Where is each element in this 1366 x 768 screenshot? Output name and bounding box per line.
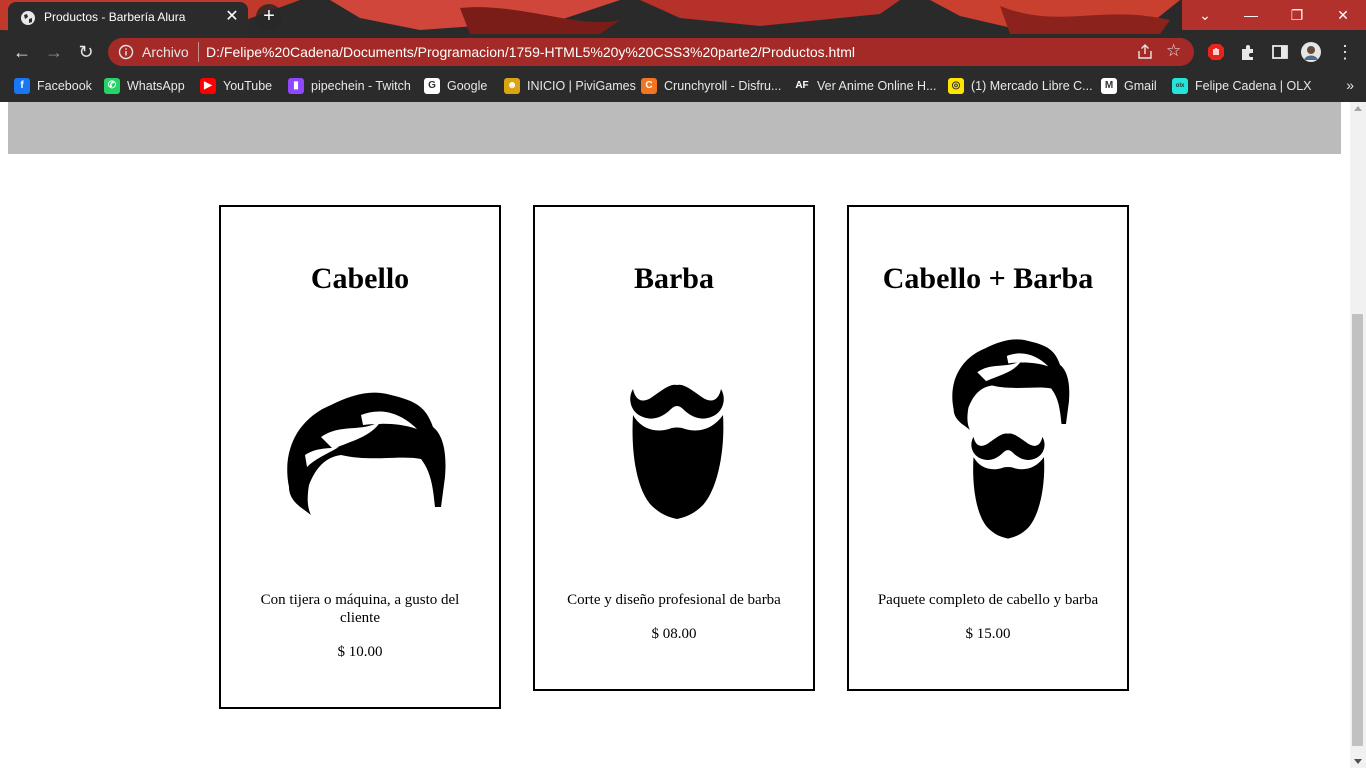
vertical-scrollbar[interactable] xyxy=(1350,102,1366,768)
bookmark-label: YouTube xyxy=(223,79,273,93)
maximize-button[interactable]: ❐ xyxy=(1274,0,1320,30)
menu-kebab-icon[interactable]: ⋮ xyxy=(1333,40,1357,64)
page-viewport: Cabello Con tijera o máquina, a gusto de… xyxy=(0,102,1350,768)
tab-title: Productos - Barbería Alura xyxy=(44,10,186,24)
product-description: Con tijera o máquina, a gusto del client… xyxy=(260,592,460,626)
bookmark-label: INICIO | PiviGames xyxy=(527,79,636,93)
product-card-cabello-barba: Cabello + Barba Paquete completo de cabe… xyxy=(847,205,1129,691)
info-icon[interactable] xyxy=(118,44,134,60)
share-icon[interactable] xyxy=(1136,43,1154,61)
product-card-cabello: Cabello Con tijera o máquina, a gusto de… xyxy=(219,205,501,709)
bookmark-label: Felipe Cadena | OLX xyxy=(1195,79,1312,93)
bookmark-label: Crunchyroll - Disfru... xyxy=(664,79,782,93)
reload-icon[interactable]: ↻ xyxy=(74,40,98,64)
bookmark-label: Google xyxy=(447,79,488,93)
bookmark-animeflv[interactable]: AF Ver Anime Online H... xyxy=(794,77,937,95)
address-bar[interactable]: Archivo D:/Felipe%20Cadena/Documents/Pro… xyxy=(108,38,1194,66)
bookmark-whatsapp[interactable]: ✆ WhatsApp xyxy=(104,77,185,95)
bookmark-label: Gmail xyxy=(1124,79,1157,93)
adblock-icon[interactable] xyxy=(1206,42,1226,62)
product-price: $ 08.00 xyxy=(651,626,697,642)
side-panel-icon[interactable] xyxy=(1270,42,1290,62)
product-title: Barba xyxy=(633,262,714,295)
globe-icon xyxy=(21,11,35,25)
facebook-icon: f xyxy=(14,78,30,94)
browser-toolbar: ← → ↻ Archivo D:/Felipe%20Cadena/Documen… xyxy=(0,34,1366,70)
bookmark-label: (1) Mercado Libre C... xyxy=(971,79,1093,93)
bookmarks-overflow-button[interactable]: » xyxy=(1346,77,1354,93)
product-description: Corte y diseño profesional de barba xyxy=(567,592,781,608)
scroll-up-arrow-icon[interactable] xyxy=(1354,106,1362,111)
back-icon[interactable]: ← xyxy=(10,40,34,64)
profile-avatar[interactable] xyxy=(1301,42,1321,62)
extensions-icon[interactable] xyxy=(1238,42,1258,62)
close-window-button[interactable]: ✕ xyxy=(1320,0,1366,30)
hair-and-beard-icon xyxy=(952,339,1070,539)
tab-strip: Productos - Barbería Alura ✕ + ⌄ — ❐ ✕ xyxy=(0,0,1366,34)
google-icon: G xyxy=(424,78,440,94)
window-controls: ⌄ — ❐ ✕ xyxy=(1182,0,1366,30)
olx-icon: olx xyxy=(1172,78,1188,94)
forward-icon[interactable]: → xyxy=(42,40,66,64)
bookmark-crunchyroll[interactable]: C Crunchyroll - Disfru... xyxy=(641,77,781,95)
bookmark-label: Facebook xyxy=(37,79,92,93)
bookmark-gmail[interactable]: M Gmail xyxy=(1101,77,1157,95)
product-price: $ 15.00 xyxy=(965,626,1011,642)
hair-icon xyxy=(287,392,446,515)
bookmarks-bar: f Facebook ✆ WhatsApp ▶ YouTube ▮ pipechein - T… xyxy=(0,70,1366,102)
bookmark-pivigames[interactable]: ☻ INICIO | PiviGames xyxy=(504,77,636,95)
bookmark-google[interactable]: G Google xyxy=(424,77,487,95)
bookmark-olx[interactable]: olx Felipe Cadena | OLX xyxy=(1172,77,1312,95)
mercadolibre-icon: ◎ xyxy=(948,78,964,94)
bookmark-star-icon[interactable]: ☆ xyxy=(1166,41,1181,61)
tab-search-icon[interactable]: ⌄ xyxy=(1182,0,1228,30)
gmail-icon: M xyxy=(1101,78,1117,94)
url-text[interactable]: D:/Felipe%20Cadena/Documents/Programacio… xyxy=(206,44,855,60)
scroll-down-arrow-icon[interactable] xyxy=(1354,759,1362,764)
bookmark-facebook[interactable]: f Facebook xyxy=(14,77,92,95)
browser-tab-active[interactable]: Productos - Barbería Alura ✕ xyxy=(8,2,248,34)
address-separator xyxy=(198,42,199,62)
youtube-icon: ▶ xyxy=(200,78,216,94)
product-card-barba: Barba Corte y diseño profesional de barb… xyxy=(533,205,815,691)
bookmark-twitch[interactable]: ▮ pipechein - Twitch xyxy=(288,77,411,95)
site-scheme-label: Archivo xyxy=(142,44,189,60)
page-header xyxy=(8,102,1341,154)
bookmark-youtube[interactable]: ▶ YouTube xyxy=(200,77,272,95)
animeflv-icon: AF xyxy=(794,78,810,94)
product-description: Paquete completo de cabello y barba xyxy=(877,592,1099,608)
browser-chrome: Productos - Barbería Alura ✕ + ⌄ — ❐ ✕ ←… xyxy=(0,0,1366,102)
tab-close-icon[interactable]: ✕ xyxy=(222,7,242,27)
crunchyroll-icon: C xyxy=(641,78,657,94)
minimize-button[interactable]: — xyxy=(1228,0,1274,30)
pivigames-icon: ☻ xyxy=(504,78,520,94)
product-price: $ 10.00 xyxy=(337,644,383,660)
new-tab-button[interactable]: + xyxy=(256,4,282,30)
bookmark-label: WhatsApp xyxy=(127,79,185,93)
whatsapp-icon: ✆ xyxy=(104,78,120,94)
bookmark-label: Ver Anime Online H... xyxy=(817,79,937,93)
bookmark-mercadolibre[interactable]: ◎ (1) Mercado Libre C... xyxy=(948,77,1093,95)
product-title: Cabello + Barba xyxy=(882,262,1094,295)
twitch-icon: ▮ xyxy=(288,78,304,94)
bookmark-label: pipechein - Twitch xyxy=(311,79,411,93)
product-title: Cabello xyxy=(310,262,410,295)
beard-icon xyxy=(630,384,724,519)
scrollbar-thumb[interactable] xyxy=(1352,314,1363,746)
